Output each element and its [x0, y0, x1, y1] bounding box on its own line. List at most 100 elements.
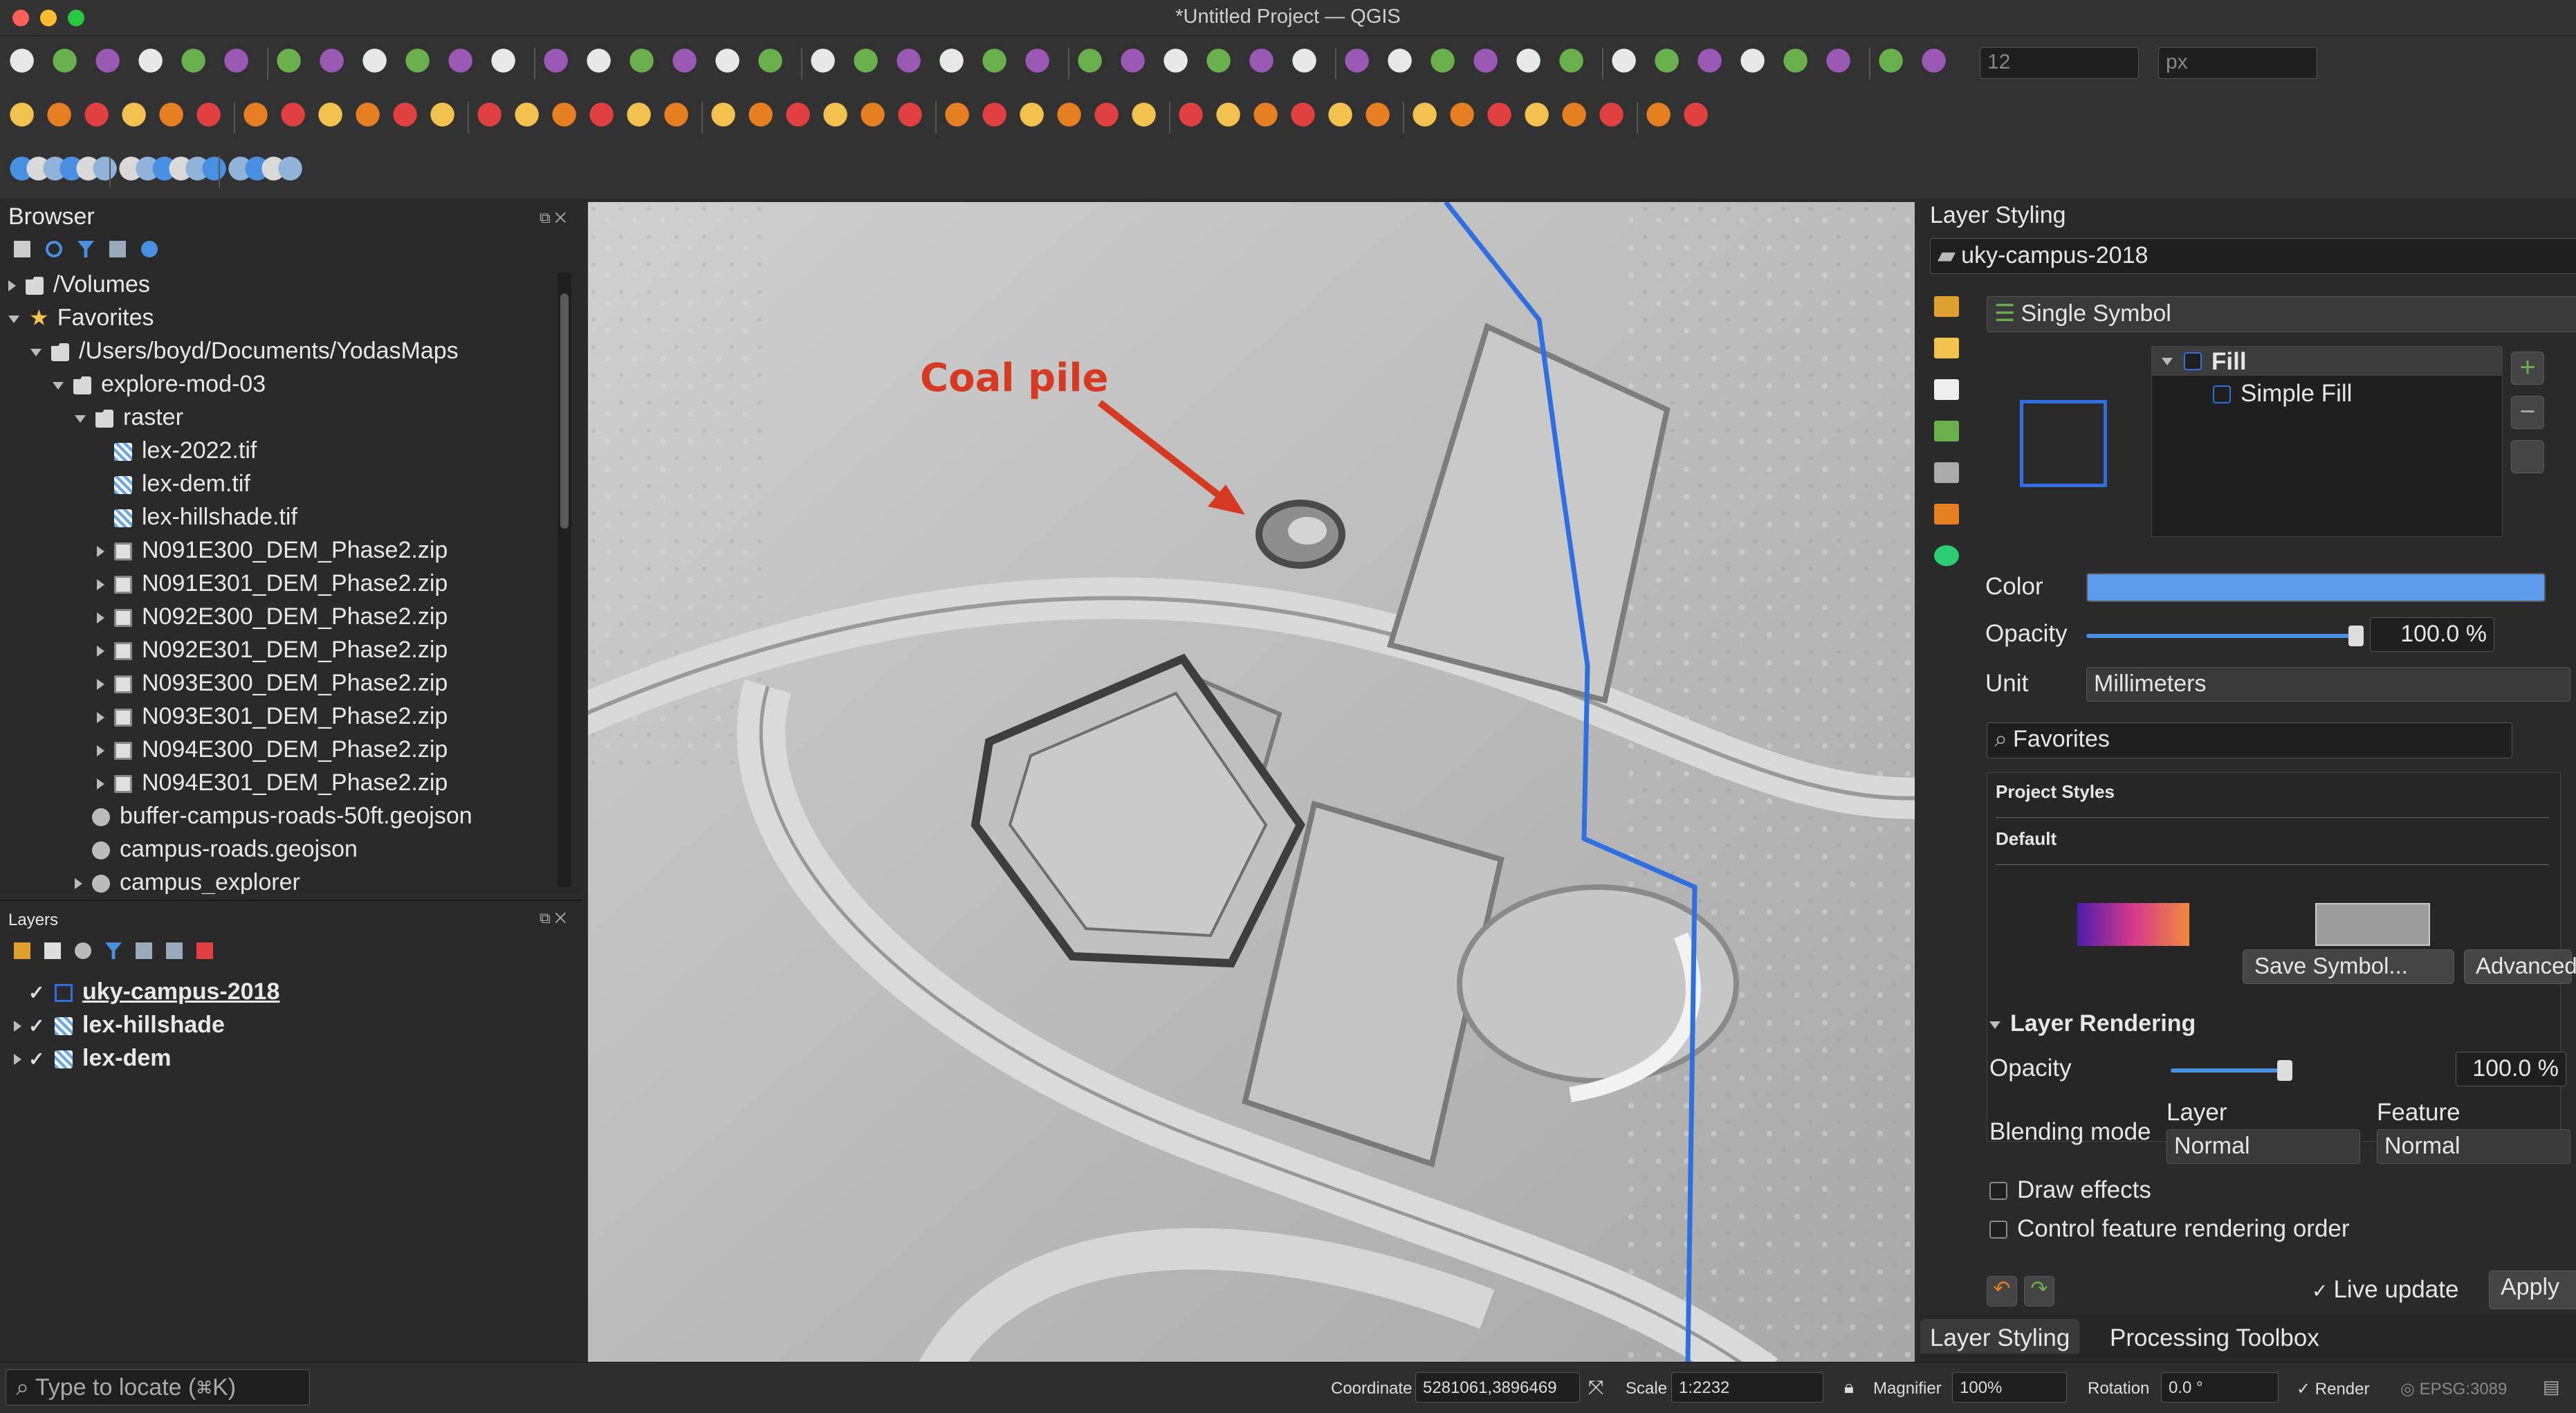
toolbar-tool-icon[interactable]: [1783, 48, 1814, 79]
browser-item[interactable]: N092E301_DEM_Phase2.zip: [97, 637, 448, 664]
browser-item[interactable]: raster: [75, 404, 183, 431]
toolbar-tool-icon[interactable]: [589, 102, 620, 133]
toolbar-tool-icon[interactable]: [982, 102, 1013, 133]
gray-symbol-swatch[interactable]: [2315, 903, 2430, 946]
toolbar-tool-icon[interactable]: [1345, 48, 1375, 79]
toolbar-tool-icon[interactable]: [854, 48, 884, 79]
live-update-label[interactable]: ✓ Live update: [2312, 1276, 2458, 1304]
toolbar-tool-icon[interactable]: [278, 156, 309, 187]
toolbar-tool-icon[interactable]: [715, 48, 746, 79]
coordinate-field[interactable]: 5281061,3896469: [1415, 1372, 1580, 1403]
browser-item[interactable]: explore-mod-03: [53, 371, 266, 398]
toolbar-tool-icon[interactable]: [758, 48, 789, 79]
save-symbol-button[interactable]: Save Symbol...: [2243, 949, 2454, 984]
toolbar-tool-icon[interactable]: [1328, 102, 1359, 133]
toolbar-tool-icon[interactable]: [664, 102, 694, 133]
toolbar-tool-icon[interactable]: [711, 102, 742, 133]
lock-symbol-layer-button[interactable]: [2511, 440, 2544, 473]
expand-arrow-icon[interactable]: [97, 712, 104, 724]
toolbar-tool-icon[interactable]: [10, 48, 40, 79]
layer-rendering-header[interactable]: Layer Rendering: [1989, 1010, 2196, 1037]
expand-arrow-icon[interactable]: [14, 1054, 21, 1066]
toolbar-tool-icon[interactable]: [1291, 102, 1321, 133]
tab-layer-styling[interactable]: Layer Styling: [1920, 1319, 2080, 1353]
toolbar-tool-icon[interactable]: [1132, 102, 1162, 133]
expand-arrow-icon[interactable]: [8, 280, 16, 292]
toolbar-tool-icon[interactable]: [122, 102, 152, 133]
gradient-symbol-swatch[interactable]: [2077, 903, 2189, 946]
opacity-slider[interactable]: [2086, 626, 2364, 646]
toolbar-tool-icon[interactable]: [281, 102, 311, 133]
browser-item[interactable]: /Users/boyd/Documents/YodasMaps: [30, 338, 459, 365]
simple-fill-row[interactable]: Simple Fill: [2241, 380, 2352, 408]
draw-effects-checkbox[interactable]: [1989, 1182, 2007, 1200]
toolbar-tool-icon[interactable]: [1559, 48, 1590, 79]
browser-item[interactable]: N094E301_DEM_Phase2.zip: [97, 769, 448, 796]
scale-select[interactable]: 1:2232: [1671, 1372, 1823, 1403]
toolbar-tool-icon[interactable]: [47, 102, 77, 133]
collapse-arrow-icon[interactable]: [53, 381, 64, 390]
toolbar-tool-icon[interactable]: [811, 48, 841, 79]
advanced-button[interactable]: Advanced: [2464, 949, 2576, 984]
panel-float-close-icon[interactable]: ⧉ ✕: [540, 209, 567, 227]
toolbar-tool-icon[interactable]: [1879, 48, 1909, 79]
toolbar-tool-icon[interactable]: [982, 48, 1013, 79]
toolbar-tool-icon[interactable]: [243, 102, 274, 133]
toolbar-tool-icon[interactable]: [320, 48, 350, 79]
map-canvas[interactable]: Coal pile: [588, 202, 1915, 1362]
undo-icon[interactable]: ↶: [1987, 1276, 2017, 1306]
browser-item[interactable]: campus_explorer: [75, 869, 300, 894]
toolbar-tool-icon[interactable]: [491, 48, 522, 79]
toolbar-tool-icon[interactable]: [1430, 48, 1461, 79]
toolbar-tool-icon[interactable]: [939, 48, 970, 79]
toolbar-tool-icon[interactable]: [477, 102, 508, 133]
browser-item[interactable]: N091E300_DEM_Phase2.zip: [97, 537, 448, 564]
browser-item[interactable]: N093E301_DEM_Phase2.zip: [97, 703, 448, 730]
rotation-spinbox[interactable]: 0.0 °: [2161, 1372, 2279, 1403]
browser-item[interactable]: N094E300_DEM_Phase2.zip: [97, 736, 448, 763]
toolbar-tool-icon[interactable]: [1121, 48, 1151, 79]
toolbar-tool-icon[interactable]: [10, 102, 40, 133]
toolbar-tool-icon[interactable]: [1020, 102, 1050, 133]
info-icon[interactable]: [141, 241, 158, 257]
toolbar-tool-icon[interactable]: [430, 102, 461, 133]
browser-item[interactable]: /Volumes: [8, 271, 150, 298]
toolbar-tool-icon[interactable]: [95, 48, 126, 79]
layer-item[interactable]: ✓ lex-dem: [14, 1045, 172, 1072]
toolbar-tool-icon[interactable]: [1646, 102, 1677, 133]
unit-select[interactable]: Millimeters: [2086, 667, 2570, 702]
toolbar-tool-icon[interactable]: [356, 102, 386, 133]
add-symbol-layer-button[interactable]: +: [2511, 352, 2544, 385]
expand-arrow-icon[interactable]: [97, 745, 104, 757]
toolbar-tool-icon[interactable]: [1216, 102, 1246, 133]
toolbar-tool-icon[interactable]: [544, 48, 574, 79]
toolbar-tool-icon[interactable]: [1562, 102, 1592, 133]
expand-arrow-icon[interactable]: [97, 646, 104, 657]
magnifier-spinbox[interactable]: 100%: [1952, 1372, 2067, 1403]
browser-item[interactable]: N092E300_DEM_Phase2.zip: [97, 603, 448, 630]
toolbar-tool-icon[interactable]: [53, 48, 83, 79]
collapse-all-icon[interactable]: [166, 942, 183, 959]
toolbar-tool-icon[interactable]: [1179, 102, 1209, 133]
toolbar-tool-icon[interactable]: [1599, 102, 1630, 133]
toolbar-tool-icon[interactable]: [138, 48, 169, 79]
labels-icon[interactable]: [1934, 338, 1959, 358]
toolbar-tool-icon[interactable]: [515, 102, 545, 133]
panel-float-close-icon[interactable]: ⧉ ✕: [540, 909, 567, 927]
control-order-checkbox[interactable]: [1989, 1221, 2007, 1239]
blend-feature-select[interactable]: Normal: [2377, 1129, 2570, 1164]
toolbar-tool-icon[interactable]: [552, 102, 582, 133]
toolbar-tool-icon[interactable]: [1413, 102, 1443, 133]
font-size-input[interactable]: 12: [1980, 47, 2139, 79]
browser-item[interactable]: campus-roads.geojson: [75, 836, 358, 863]
layer-visibility-checkbox[interactable]: ✓: [28, 981, 48, 1004]
fill-row[interactable]: Fill: [2152, 347, 2502, 376]
render-checkbox[interactable]: ✓ Render: [2297, 1379, 2370, 1399]
blend-layer-select[interactable]: Normal: [2166, 1129, 2360, 1164]
collapse-arrow-icon[interactable]: [8, 315, 19, 323]
toolbar-tool-icon[interactable]: [159, 102, 190, 133]
toolbar-tool-icon[interactable]: [1922, 48, 1952, 79]
toolbar-tool-icon[interactable]: [1826, 48, 1857, 79]
toolbar-tool-icon[interactable]: [1740, 48, 1771, 79]
toolbar-tool-icon[interactable]: [1473, 48, 1504, 79]
